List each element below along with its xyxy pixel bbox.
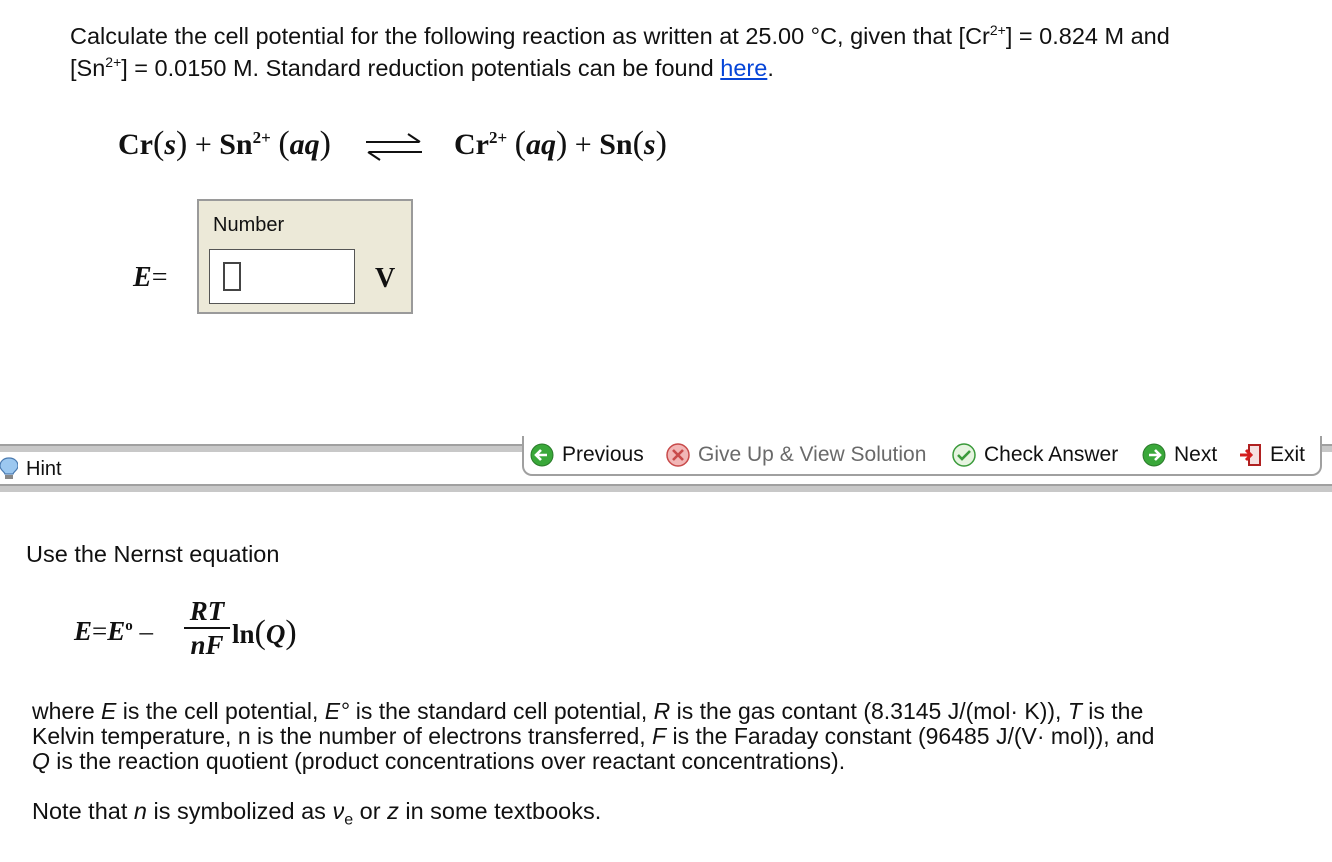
here-link[interactable]: here (720, 55, 767, 81)
hint-description: where E is the cell potential, E° is the… (32, 698, 1155, 774)
check-icon (952, 443, 976, 467)
text-cursor-icon (223, 262, 241, 291)
reaction-equation: Cr(s) + Sn2+ (aq) Cr2+ (aq) + Sn(s) (118, 125, 667, 162)
hint-label: Hint (26, 457, 62, 480)
next-button[interactable]: Next (1142, 440, 1217, 470)
nernst-equation: E=Eo – RT nF ln(Q) (74, 596, 297, 660)
cancel-x-icon (666, 443, 690, 467)
exit-button[interactable]: Exit (1238, 440, 1305, 470)
action-toolbar: Previous Give Up & View Solution Check A… (522, 436, 1322, 476)
answer-variable-label: E= (133, 262, 168, 293)
check-answer-button[interactable]: Check Answer (952, 440, 1118, 470)
previous-button[interactable]: Previous (530, 440, 644, 470)
give-up-button[interactable]: Give Up & View Solution (666, 440, 926, 470)
equilibrium-arrow-icon (366, 133, 423, 161)
arrow-right-icon (1142, 443, 1166, 467)
hint-divider (0, 484, 1332, 492)
number-label: Number (213, 214, 285, 236)
question-text: Calculate the cell potential for the fol… (70, 22, 1170, 81)
lightbulb-icon (0, 457, 18, 479)
hint-note: Note that n is symbolized as νe or z in … (32, 798, 602, 829)
hint-toggle[interactable]: Hint (0, 454, 62, 484)
answer-panel: Number V (197, 199, 413, 314)
arrow-left-icon (530, 443, 554, 467)
hint-intro: Use the Nernst equation (26, 541, 280, 567)
exit-door-icon (1240, 444, 1261, 466)
answer-input[interactable] (209, 249, 355, 304)
toolbar-divider-left (0, 444, 530, 452)
unit-label: V (375, 263, 396, 294)
